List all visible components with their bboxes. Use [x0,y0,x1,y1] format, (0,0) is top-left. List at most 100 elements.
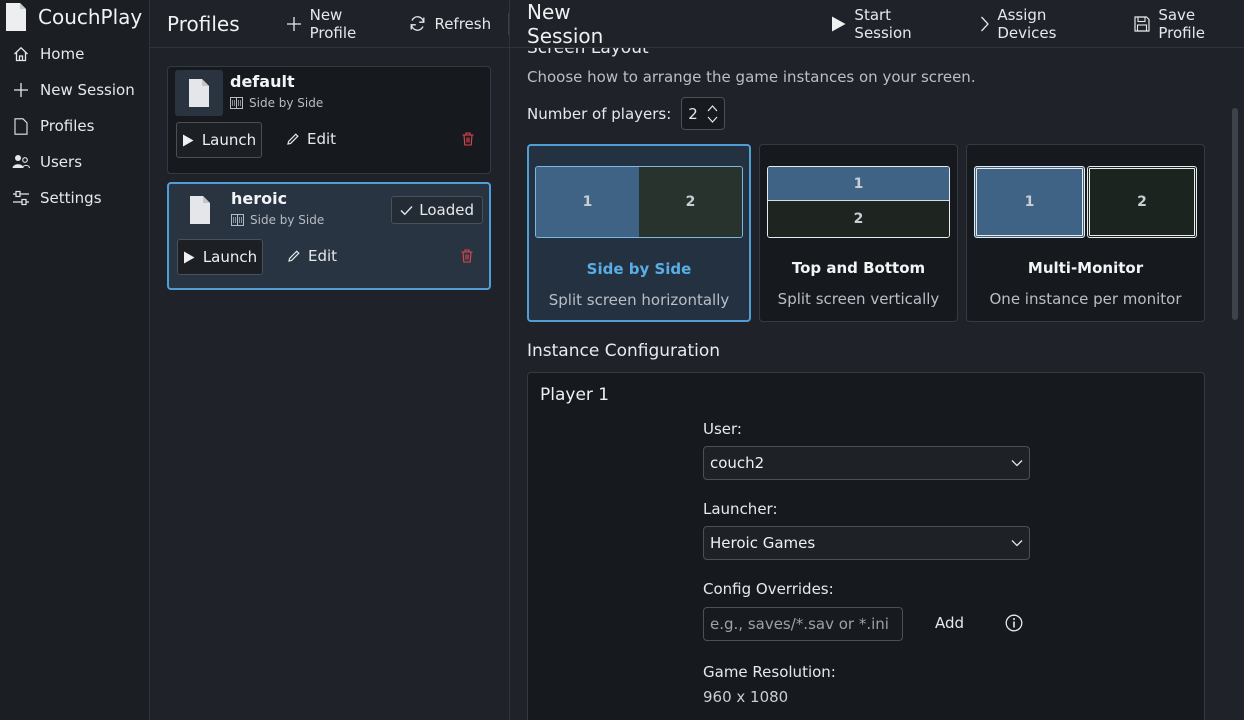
players-row: Number of players: 2 [527,97,726,130]
preview-monitor-2: 2 [1087,166,1197,238]
profile-name: heroic [231,189,288,208]
save-icon [1134,15,1150,32]
layout-option-name: Side by Side [586,260,692,278]
edit-button[interactable]: Edit [287,247,337,265]
sidebar-item-label: Home [40,45,85,63]
instance-config-title: Instance Configuration [527,341,721,361]
config-overrides-label: Config Overrides: [703,580,834,598]
pencil-icon [286,132,300,146]
sidebar-item-label: Profiles [40,117,95,135]
app-brand: CouchPlay [0,0,149,34]
profile-card-default[interactable]: default Side by Side Launch Edit [167,66,491,174]
chevron-right-icon [980,16,990,32]
resolution-value: 960 x 1080 [703,688,789,706]
add-override-button[interactable]: Add [935,614,964,632]
profile-layout: Side by Side [230,96,323,110]
preview-pane-2: 2 [639,167,742,237]
layout-option-side-by-side[interactable]: 1 2 Side by Side Split screen horizontal… [527,144,751,322]
preview-pane-1: 1 [768,167,949,201]
screen-layout-title: Screen Layout [527,48,649,58]
preview-monitor-1: 1 [974,166,1085,238]
columns-icon [230,97,243,109]
start-session-button[interactable]: Start Session [831,6,950,42]
profiles-title: Profiles [167,11,240,36]
session-panel: New Session Start Session Assign Devices… [510,0,1244,720]
sidebar-item-label: Settings [40,189,102,207]
player-1-config: Player 1 User: couch2 Launcher: Heroic G… [527,372,1205,720]
profile-layout-label: Side by Side [250,213,325,227]
edit-label: Edit [308,247,338,265]
edit-button[interactable]: Edit [286,130,336,148]
sidebar-item-users[interactable]: Users [0,144,149,180]
columns-icon [231,214,244,226]
screen-layout-description: Choose how to arrange the game instances… [527,68,976,86]
layout-option-name: Top and Bottom [791,259,926,277]
players-spinbox[interactable]: 2 [681,97,726,130]
app-logo-icon [4,2,28,32]
profile-layout-label: Side by Side [249,96,324,110]
launch-label: Launch [202,248,258,266]
chevron-down-icon [1011,539,1023,547]
players-label: Number of players: [527,104,672,123]
launcher-select-value: Heroic Games [710,534,816,552]
sidebar-item-label: New Session [40,81,135,99]
layout-option-description: Split screen horizontally [548,291,730,309]
profiles-header: Profiles New Profile Refresh [150,0,509,48]
chevron-down-icon [1011,459,1023,467]
launch-button[interactable]: Launch [177,239,263,275]
preview-pane-2: 2 [768,201,949,237]
profile-name: default [230,72,295,91]
document-icon [188,78,210,108]
refresh-icon [409,15,426,32]
new-profile-button[interactable]: New Profile [286,6,383,42]
profile-card-heroic[interactable]: heroic Side by Side Loaded Launch Edit [167,182,491,290]
plus-icon [12,81,30,99]
sidebar-nav: CouchPlay Home New Session Profiles User… [0,0,150,720]
refresh-button[interactable]: Refresh [409,15,491,33]
start-session-label: Start Session [854,5,912,42]
sidebar-item-profiles[interactable]: Profiles [0,108,149,144]
user-label: User: [703,420,742,438]
launch-button[interactable]: Launch [176,122,262,158]
launch-label: Launch [201,131,257,149]
info-icon[interactable] [1005,614,1023,632]
profile-thumbnail [176,187,224,233]
sidebar-item-settings[interactable]: Settings [0,180,149,216]
edit-label: Edit [307,130,337,148]
players-value: 2 [688,104,698,123]
check-icon [400,205,413,216]
save-profile-label: Save Profile [1158,5,1205,42]
pencil-icon [287,249,301,263]
loaded-badge: Loaded [391,196,483,224]
users-icon [12,153,30,171]
sidebar-item-new-session[interactable]: New Session [0,72,149,108]
delete-button[interactable] [462,132,474,146]
assign-devices-button[interactable]: Assign Devices [980,6,1107,42]
layout-option-description: Split screen vertically [777,290,940,308]
delete-button[interactable] [461,249,473,263]
layout-option-name: Multi-Monitor [1027,259,1144,277]
app-title: CouchPlay [38,5,143,29]
refresh-label: Refresh [434,14,492,33]
user-select-value: couch2 [710,454,765,472]
layout-option-multi-monitor[interactable]: 1 2 Multi-Monitor One instance per monit… [966,144,1205,322]
home-icon [12,45,30,63]
config-overrides-input[interactable] [703,607,903,641]
sidebar-item-home[interactable]: Home [0,36,149,72]
layout-option-top-and-bottom[interactable]: 1 2 Top and Bottom Split screen vertical… [759,144,958,322]
session-header: New Session Start Session Assign Devices… [510,0,1244,48]
resolution-label: Game Resolution: [703,663,836,681]
launcher-select[interactable]: Heroic Games [703,526,1030,560]
new-profile-label: New Profile [309,5,357,42]
session-title: New Session [527,0,604,48]
spin-arrows-icon[interactable] [707,103,718,125]
session-scroll-area[interactable]: Screen Layout Choose how to arrange the … [510,48,1244,720]
toolbar-divider [508,12,509,35]
assign-devices-label: Assign Devices [997,5,1057,42]
layout-preview: 1 2 [535,166,743,238]
save-profile-button[interactable]: Save Profile [1134,6,1244,42]
vertical-scrollbar[interactable] [1232,108,1238,320]
sidebar-item-label: Users [40,153,83,171]
play-icon [831,16,846,32]
user-select[interactable]: couch2 [703,446,1030,480]
